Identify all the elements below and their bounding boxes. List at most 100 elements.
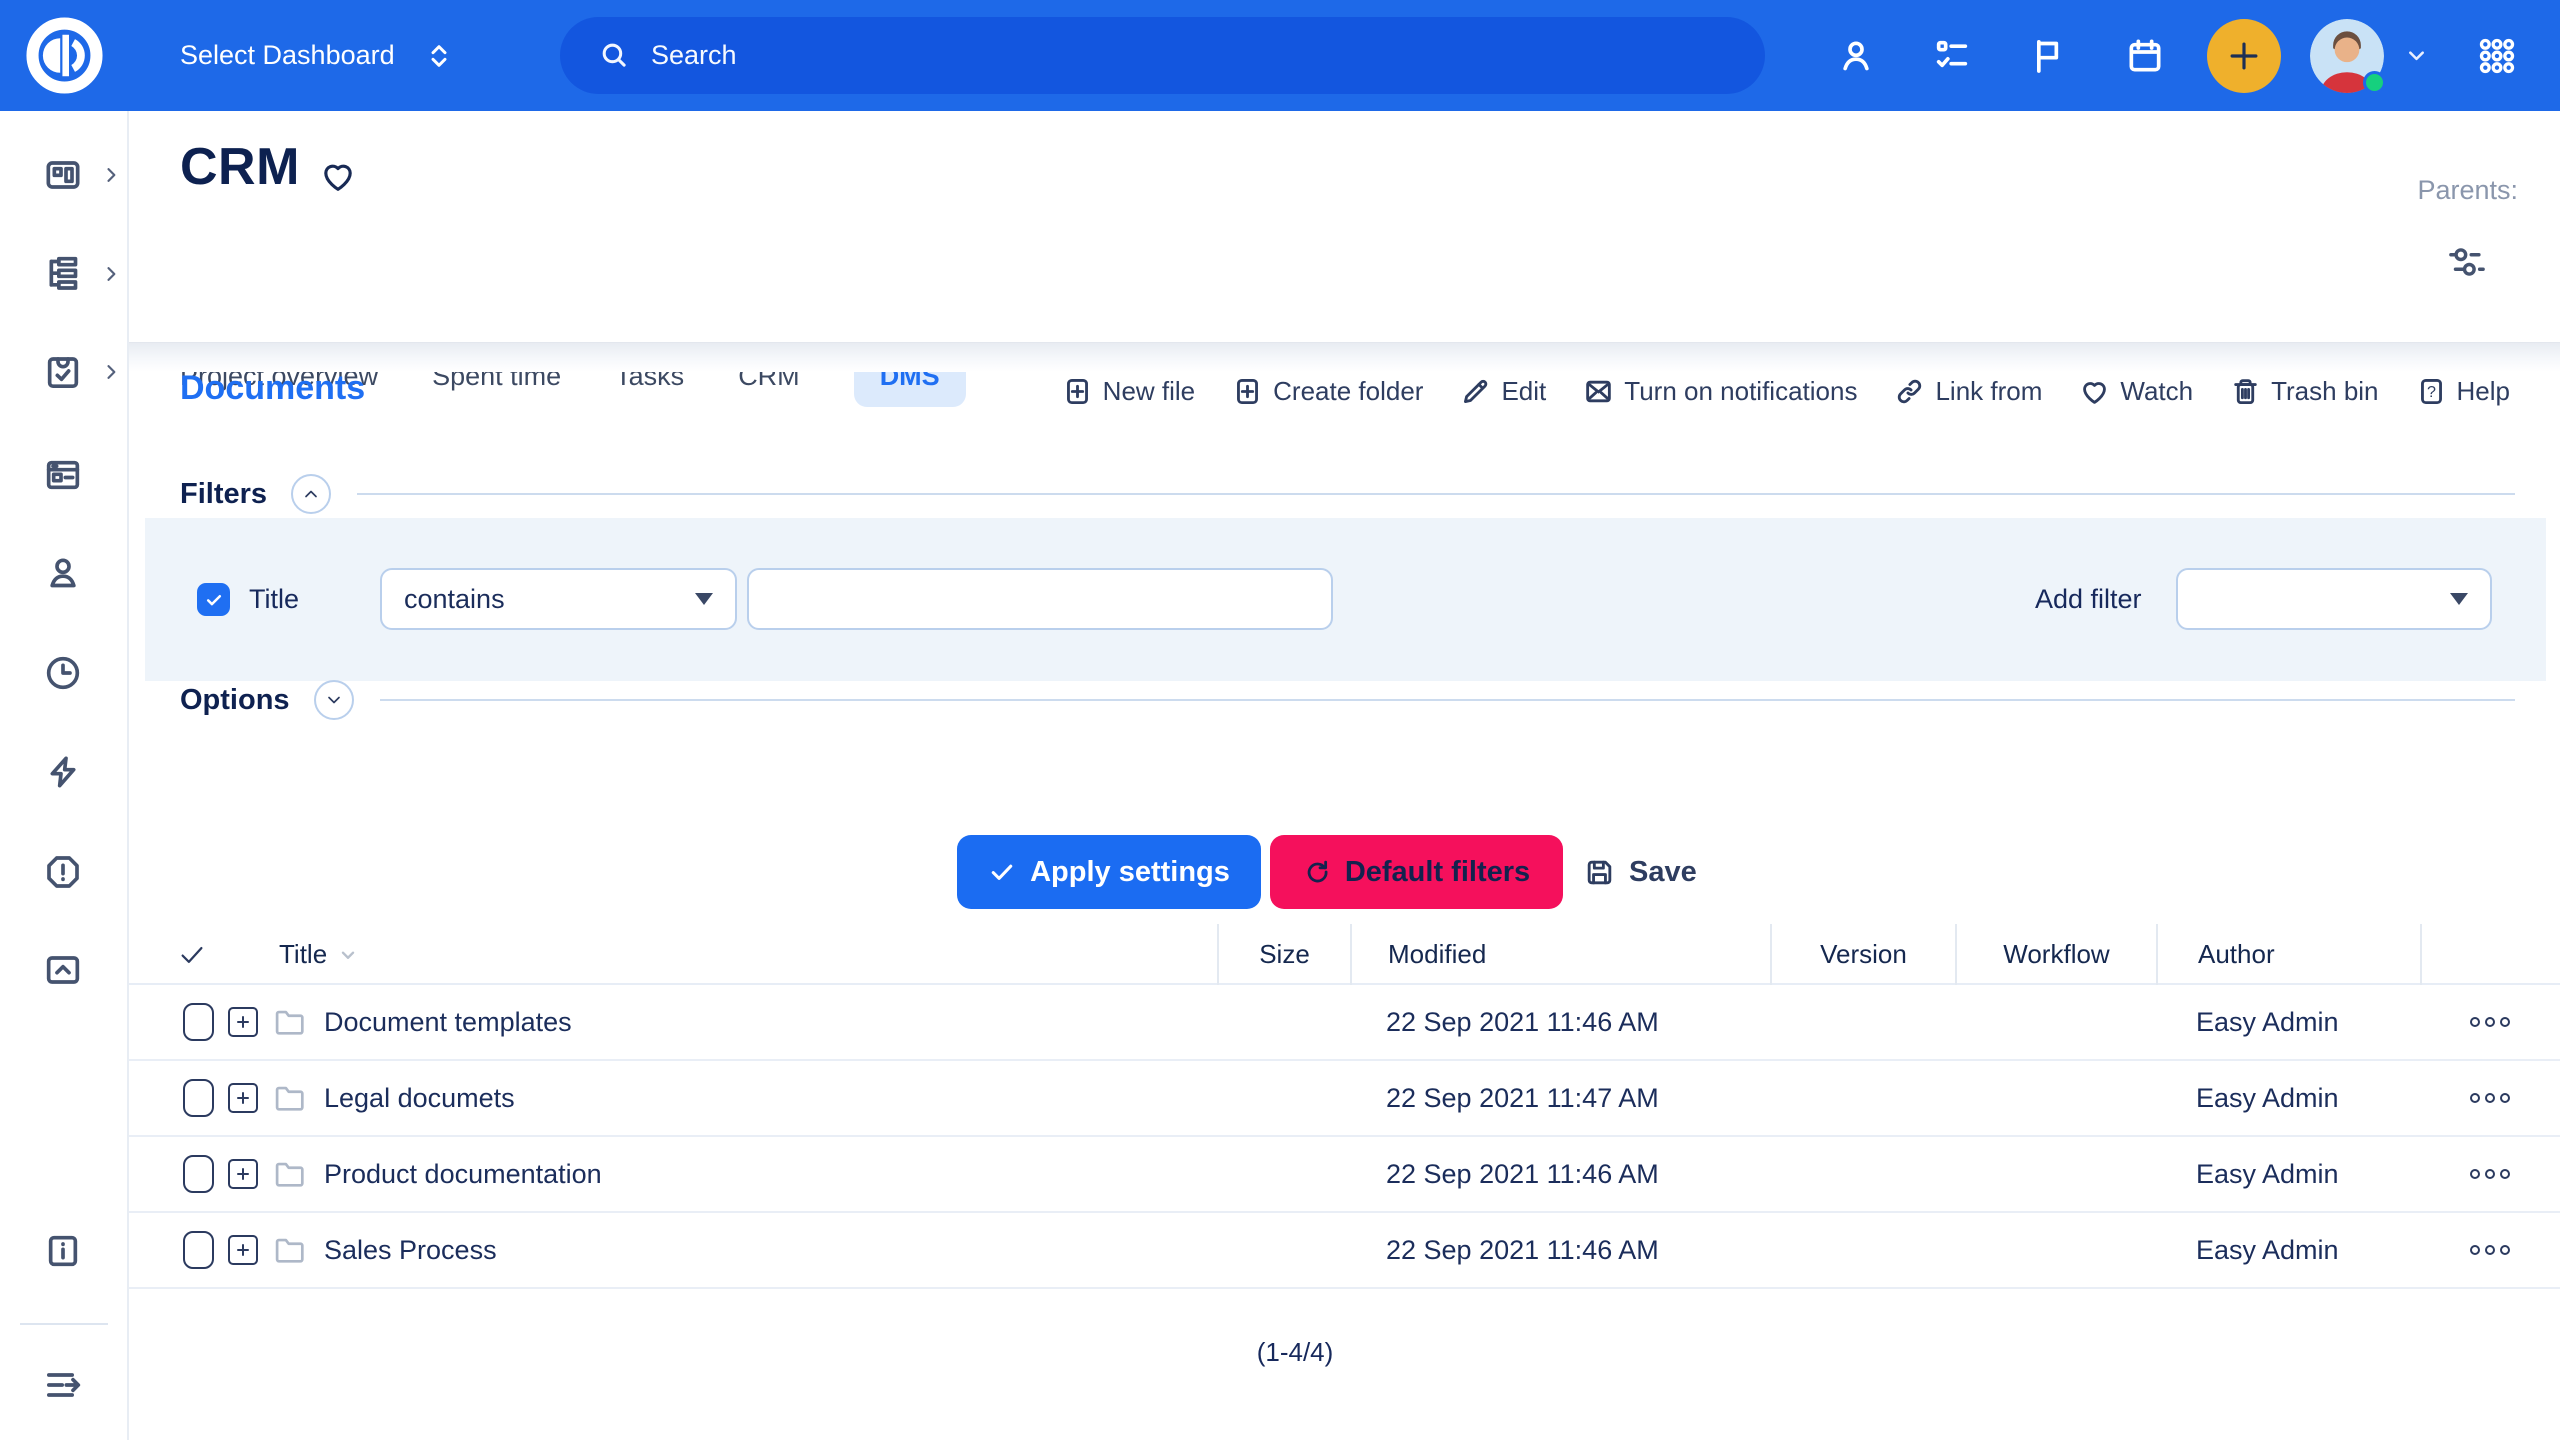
- avatar[interactable]: [2310, 19, 2384, 93]
- create-folder-button[interactable]: Create folder: [1232, 376, 1423, 407]
- expand-row-icon[interactable]: [228, 1083, 258, 1113]
- row-checkbox[interactable]: [183, 1003, 214, 1041]
- search-bar[interactable]: [560, 17, 1765, 94]
- chevron-down-icon[interactable]: [2403, 42, 2430, 69]
- edit-button[interactable]: Edit: [1460, 376, 1546, 407]
- add-filter-select[interactable]: [2176, 568, 2492, 630]
- my-profile-icon[interactable]: [1836, 36, 1876, 76]
- help-button[interactable]: ? Help: [2416, 376, 2510, 407]
- calendar-icon[interactable]: [2125, 36, 2165, 76]
- default-filters-button[interactable]: Default filters: [1270, 835, 1563, 909]
- collapse-filters-button[interactable]: [291, 474, 331, 514]
- document-link[interactable]: Document templates: [324, 1007, 572, 1038]
- column-size: Size: [1217, 924, 1350, 985]
- select-all-icon[interactable]: [177, 940, 207, 970]
- plus-icon: [2225, 37, 2263, 75]
- expand-row-icon[interactable]: [228, 1159, 258, 1189]
- search-icon: [598, 39, 631, 72]
- document-link[interactable]: Sales Process: [324, 1235, 497, 1266]
- table-row: Product documentation 22 Sep 2021 11:46 …: [129, 1137, 2560, 1213]
- parents-label: Parents:: [2417, 175, 2518, 206]
- row-menu-icon[interactable]: [2467, 1087, 2513, 1109]
- column-title[interactable]: Title: [279, 939, 327, 970]
- folder-icon: [272, 1005, 306, 1039]
- sidebar-dashboards-expand-icon[interactable]: [101, 165, 121, 185]
- column-author: Author: [2156, 924, 2420, 985]
- app-logo[interactable]: [23, 14, 106, 97]
- expand-options-button[interactable]: [314, 680, 354, 720]
- plus-box-icon: [1232, 376, 1263, 407]
- dropdown-caret-icon: [2450, 593, 2468, 605]
- check-icon: [988, 858, 1016, 886]
- tasklist-icon[interactable]: [1932, 36, 1972, 76]
- row-checkbox[interactable]: [183, 1079, 214, 1117]
- column-actions: [2420, 924, 2560, 985]
- apps-grid-icon[interactable]: [2477, 36, 2517, 76]
- svg-text:?: ?: [2427, 382, 2436, 400]
- topbar: Select Dashboard: [0, 0, 2560, 111]
- new-file-button[interactable]: New file: [1062, 376, 1195, 407]
- sidebar-projects-icon[interactable]: [43, 254, 83, 294]
- row-menu-icon[interactable]: [2467, 1239, 2513, 1261]
- document-link[interactable]: Product documentation: [324, 1159, 602, 1190]
- easy-project-logo-icon: [23, 14, 106, 97]
- search-input[interactable]: [651, 21, 1735, 91]
- title-filter-label: Title: [249, 568, 299, 630]
- row-checkbox[interactable]: [183, 1155, 214, 1193]
- sidebar-projects-expand-icon[interactable]: [101, 264, 121, 284]
- topbar-actions: [1836, 0, 2517, 111]
- app-root: Select Dashboard: [0, 0, 2560, 1440]
- link-icon: [1894, 376, 1925, 407]
- column-version: Version: [1770, 924, 1955, 985]
- favorite-heart-icon[interactable]: [319, 157, 357, 195]
- row-menu-icon[interactable]: [2467, 1011, 2513, 1033]
- row-checkbox[interactable]: [183, 1231, 214, 1269]
- sort-chevron-icon[interactable]: [337, 944, 359, 966]
- watch-button[interactable]: Watch: [2079, 376, 2193, 407]
- sidebar-upload-icon[interactable]: [43, 950, 83, 990]
- sidebar-quick-actions-icon[interactable]: [43, 752, 83, 792]
- refresh-icon: [1303, 858, 1331, 886]
- filters-divider: [357, 493, 2515, 495]
- collapse-sidebar-icon[interactable]: [43, 1365, 83, 1405]
- heart-icon: [2079, 376, 2110, 407]
- quick-add-button[interactable]: [2207, 19, 2281, 93]
- sidebar-tasks-icon[interactable]: [43, 352, 83, 392]
- table-header: Title Size Modified Version Workflow Aut…: [129, 924, 2560, 985]
- save-button[interactable]: Save: [1584, 835, 1697, 909]
- sidebar-dashboards-icon[interactable]: [43, 155, 83, 195]
- title-filter-operator-select[interactable]: contains: [380, 568, 737, 630]
- trash-bin-button[interactable]: Trash bin: [2230, 376, 2378, 407]
- sidebar-alerts-icon[interactable]: [43, 852, 83, 892]
- expand-row-icon[interactable]: [228, 1007, 258, 1037]
- dashboard-selector-label: Select Dashboard: [180, 40, 395, 71]
- column-workflow: Workflow: [1955, 924, 2156, 985]
- project-settings-sliders-icon[interactable]: [2444, 239, 2490, 285]
- flag-icon[interactable]: [2028, 36, 2068, 76]
- document-link[interactable]: Legal documets: [324, 1083, 515, 1114]
- sidebar-tasks-expand-icon[interactable]: [101, 362, 121, 382]
- title-filter-value-input[interactable]: [747, 568, 1333, 630]
- sidebar-boards-icon[interactable]: [43, 455, 83, 495]
- sidebar-info-icon[interactable]: [43, 1231, 83, 1271]
- filters-section-header: Filters: [180, 471, 2515, 517]
- apply-settings-button[interactable]: Apply settings: [957, 835, 1261, 909]
- question-icon: ?: [2416, 376, 2447, 407]
- title-filter-checkbox[interactable]: [197, 583, 230, 616]
- folder-icon: [272, 1157, 306, 1191]
- documents-table: Title Size Modified Version Workflow Aut…: [129, 924, 2560, 1289]
- options-label: Options: [180, 684, 290, 717]
- expand-row-icon[interactable]: [228, 1235, 258, 1265]
- sidebar-divider: [20, 1323, 108, 1325]
- documents-heading: Documents: [180, 369, 365, 408]
- trash-icon: [2230, 376, 2261, 407]
- sidebar-time-icon[interactable]: [43, 653, 83, 693]
- turn-on-notifications-button[interactable]: Turn on notifications: [1583, 376, 1857, 407]
- chevron-down-icon: [324, 690, 344, 710]
- filters-label: Filters: [180, 478, 267, 511]
- check-icon: [204, 590, 224, 610]
- dashboard-selector[interactable]: Select Dashboard: [180, 0, 455, 111]
- link-from-button[interactable]: Link from: [1894, 376, 2042, 407]
- sidebar-users-icon[interactable]: [43, 553, 83, 593]
- row-menu-icon[interactable]: [2467, 1163, 2513, 1185]
